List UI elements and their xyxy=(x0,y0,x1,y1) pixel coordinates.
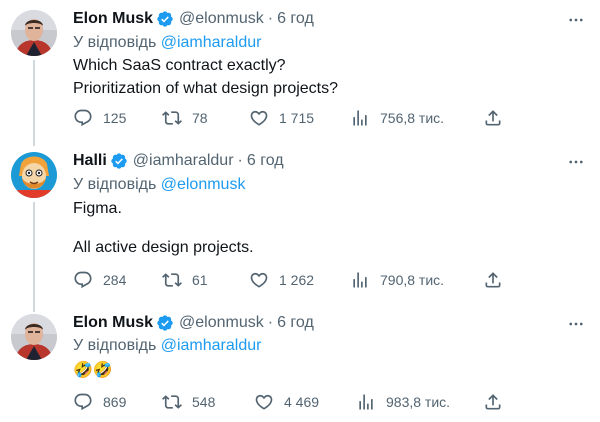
tweet-timestamp[interactable]: 6 год xyxy=(277,8,314,30)
tweet-text: Which SaaS contract exactly? Prioritizat… xyxy=(73,54,338,100)
like-button[interactable]: 1 262 xyxy=(249,269,314,291)
more-options-icon[interactable] xyxy=(566,152,586,172)
retweet-icon xyxy=(162,392,182,412)
views-button[interactable]: 983,8 тис. xyxy=(356,391,450,413)
thread-connector xyxy=(33,60,35,146)
retweet-button[interactable]: 548 xyxy=(162,391,215,413)
more-options-icon[interactable] xyxy=(566,10,586,30)
tweet-text-line: Which SaaS contract exactly? xyxy=(73,57,286,74)
share-button[interactable] xyxy=(483,391,503,413)
retweet-count: 548 xyxy=(192,394,216,410)
views-button[interactable]: 756,8 тис. xyxy=(350,107,444,129)
heart-icon xyxy=(249,270,269,290)
share-icon xyxy=(483,270,503,290)
author-handle[interactable]: @elonmusk xyxy=(179,312,264,334)
retweet-count: 61 xyxy=(192,272,208,288)
avatar[interactable] xyxy=(11,314,57,360)
reply-mention-link[interactable]: @iamharaldur xyxy=(161,34,262,51)
reply-icon xyxy=(73,108,93,128)
retweet-count: 78 xyxy=(192,110,208,126)
tweet-actions: 869 548 4 469 983,8 тис. xyxy=(73,391,583,413)
thread-connector xyxy=(33,202,35,312)
reply-prefix: У відповідь xyxy=(73,337,161,354)
share-button[interactable] xyxy=(483,269,503,291)
tweet-header: Halli @iamharaldur · 6 год xyxy=(73,150,284,172)
verified-badge-icon xyxy=(110,152,128,170)
reply-mention-link[interactable]: @elonmusk xyxy=(161,176,246,193)
tweet-text: Figma. All active design projects. xyxy=(73,197,254,259)
tweet-timestamp[interactable]: 6 год xyxy=(247,150,284,172)
heart-icon xyxy=(254,392,274,412)
verified-badge-icon xyxy=(156,314,174,332)
tweet-header: Elon Musk @elonmusk · 6 год xyxy=(73,8,314,30)
reply-prefix: У відповідь xyxy=(73,34,161,51)
author-handle[interactable]: @iamharaldur xyxy=(133,150,234,172)
author-handle[interactable]: @elonmusk xyxy=(179,8,264,30)
avatar[interactable] xyxy=(11,10,57,56)
tweet-header: Elon Musk @elonmusk · 6 год xyxy=(73,312,314,334)
share-button[interactable] xyxy=(483,107,503,129)
reply-icon xyxy=(73,392,93,412)
share-icon xyxy=(483,108,503,128)
reply-button[interactable]: 284 xyxy=(73,269,126,291)
share-icon xyxy=(483,392,503,412)
like-count: 4 469 xyxy=(284,394,320,410)
verified-badge-icon xyxy=(156,10,174,28)
replying-to: У відповідь @iamharaldur xyxy=(73,33,261,53)
like-button[interactable]: 1 715 xyxy=(249,107,314,129)
heart-icon xyxy=(249,108,269,128)
separator-dot: · xyxy=(267,10,274,27)
like-button[interactable]: 4 469 xyxy=(254,391,319,413)
tweet-timestamp[interactable]: 6 год xyxy=(277,312,314,334)
reply-icon xyxy=(73,270,93,290)
reply-count: 125 xyxy=(103,110,127,126)
conversation-thread: Elon Musk @elonmusk · 6 год У відповідь … xyxy=(0,0,600,422)
like-count: 1 715 xyxy=(279,110,315,126)
like-count: 1 262 xyxy=(279,272,315,288)
tweet-text-line: Figma. xyxy=(73,200,122,217)
retweet-button[interactable]: 61 xyxy=(162,269,208,291)
author-name[interactable]: Elon Musk xyxy=(73,8,153,30)
separator-dot: · xyxy=(267,314,274,331)
tweet-actions: 125 78 1 715 756,8 тис. xyxy=(73,107,583,129)
more-options-icon[interactable] xyxy=(566,314,586,334)
avatar[interactable] xyxy=(11,152,57,198)
replying-to: У відповідь @iamharaldur xyxy=(73,336,261,356)
view-count: 756,8 тис. xyxy=(380,110,445,126)
tweet-text: 🤣🤣 xyxy=(73,358,113,381)
tweet-text-line: Prioritization of what design projects? xyxy=(73,80,339,97)
views-chart-icon xyxy=(356,392,376,412)
reply-prefix: У відповідь xyxy=(73,176,161,193)
reply-button[interactable]: 125 xyxy=(73,107,126,129)
views-chart-icon xyxy=(350,108,370,128)
retweet-icon xyxy=(162,108,182,128)
replying-to: У відповідь @elonmusk xyxy=(73,175,245,195)
views-chart-icon xyxy=(350,270,370,290)
separator-dot: · xyxy=(237,152,243,169)
reply-count: 284 xyxy=(103,272,127,288)
reply-count: 869 xyxy=(103,394,127,410)
author-name[interactable]: Halli xyxy=(73,150,107,172)
reply-button[interactable]: 869 xyxy=(73,391,126,413)
reply-mention-link[interactable]: @iamharaldur xyxy=(161,337,262,354)
retweet-icon xyxy=(162,270,182,290)
tweet-actions: 284 61 1 262 790,8 тис. xyxy=(73,269,583,291)
views-button[interactable]: 790,8 тис. xyxy=(350,269,444,291)
view-count: 983,8 тис. xyxy=(386,394,451,410)
tweet-item[interactable]: Elon Musk @elonmusk · 6 год У відповідь … xyxy=(0,312,600,420)
tweet-item[interactable]: Halli @iamharaldur · 6 год У відповідь @… xyxy=(0,150,600,312)
view-count: 790,8 тис. xyxy=(380,272,445,288)
tweet-item[interactable]: Elon Musk @elonmusk · 6 год У відповідь … xyxy=(0,8,600,146)
retweet-button[interactable]: 78 xyxy=(162,107,208,129)
author-name[interactable]: Elon Musk xyxy=(73,312,153,334)
tweet-text-line: 🤣🤣 xyxy=(73,360,113,379)
tweet-text-line: All active design projects. xyxy=(73,239,254,256)
